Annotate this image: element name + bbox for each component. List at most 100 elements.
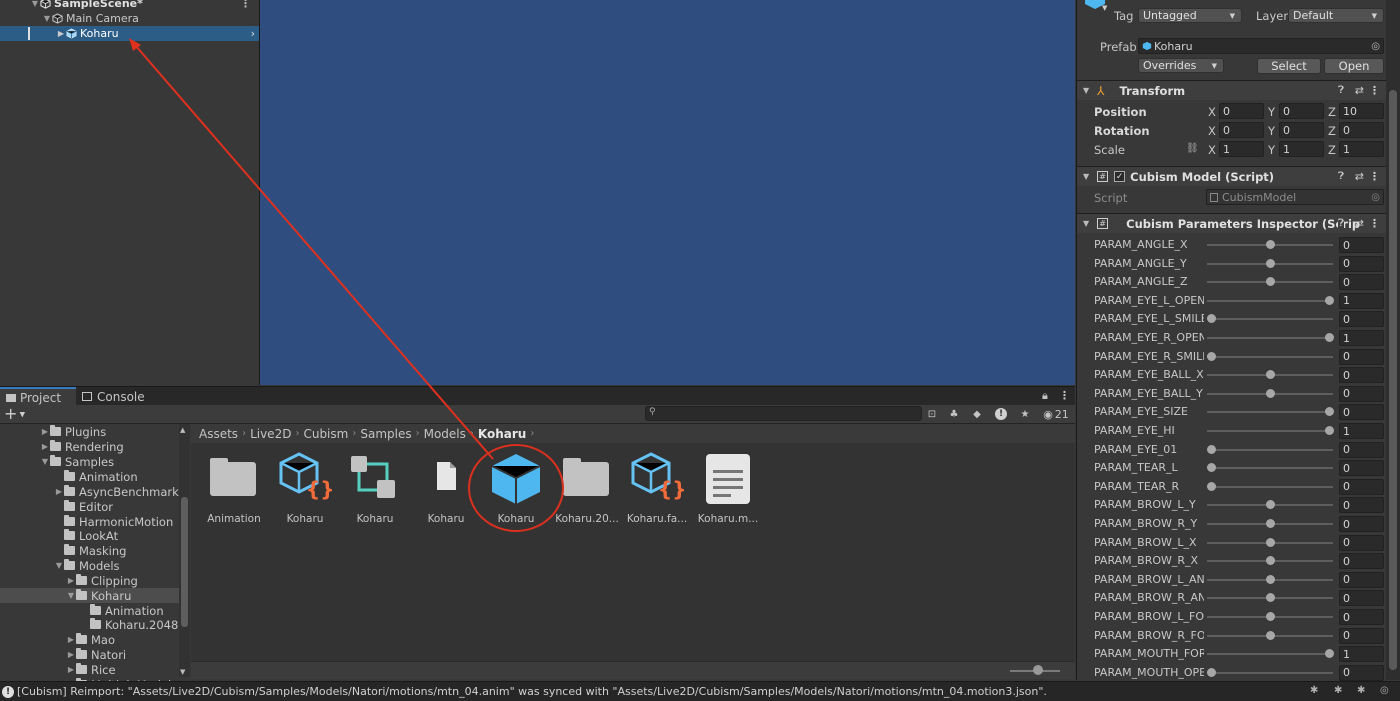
parameter-slider-knob[interactable] [1325, 295, 1334, 305]
expand-arrow-icon[interactable]: ▶ [56, 29, 66, 38]
parameter-slider-knob[interactable] [1207, 444, 1216, 454]
parameter-value-field[interactable]: 0 [1339, 516, 1384, 532]
scale-x-field[interactable]: 1 [1219, 141, 1264, 157]
asset-item[interactable]: {} Koharu [272, 450, 338, 530]
parameter-slider[interactable] [1207, 467, 1333, 470]
parameter-value-field[interactable]: 0 [1339, 460, 1384, 477]
parameter-slider[interactable] [1207, 411, 1333, 414]
rotation-y-field[interactable]: 0 [1279, 122, 1324, 138]
search-by-type-icon[interactable]: ⊡ [921, 405, 943, 423]
tree-item[interactable]: Masking [0, 543, 180, 558]
parameter-slider-knob[interactable] [1266, 593, 1275, 603]
parameter-value-field[interactable]: 0 [1339, 497, 1384, 514]
tree-item[interactable]: ▶ Rendering [0, 439, 180, 454]
parameter-slider[interactable] [1207, 671, 1333, 674]
add-asset-button[interactable]: + ▼ [4, 404, 25, 423]
axis-x-label[interactable]: X [1208, 105, 1216, 119]
axis-z-label[interactable]: Z [1328, 105, 1336, 119]
filter-by-label-icon[interactable]: ◆ [966, 405, 988, 423]
tree-item[interactable]: Animation [0, 603, 180, 618]
warning-filter-icon[interactable]: ! [990, 405, 1012, 423]
hierarchy-item-main-camera[interactable]: ▼ Main Camera [0, 11, 259, 26]
parameter-value-field[interactable]: 0 [1339, 571, 1384, 588]
scale-z-field[interactable]: 1 [1339, 141, 1384, 157]
parameter-value-field[interactable]: 0 [1339, 255, 1384, 272]
parameter-slider[interactable] [1207, 299, 1333, 302]
parameter-slider[interactable] [1207, 337, 1333, 339]
breadcrumb-item[interactable]: Live2D [250, 427, 291, 441]
help-icon[interactable]: ❓︎ [1337, 218, 1344, 229]
parameter-value-field[interactable]: 0 [1339, 627, 1384, 644]
overrides-dropdown[interactable]: Overrides ▼ [1138, 58, 1224, 73]
favorite-star-icon[interactable]: ★ [1014, 405, 1036, 423]
parameter-slider[interactable] [1207, 355, 1333, 358]
parameter-slider-knob[interactable] [1266, 612, 1275, 621]
asset-item[interactable]: Koharu.m... [695, 450, 761, 530]
expand-arrow-icon[interactable]: ▶ [66, 576, 76, 585]
tree-item[interactable]: ▶ Clipping [0, 573, 180, 588]
axis-z-label[interactable]: Z [1328, 143, 1336, 157]
expand-arrow-icon[interactable]: ▶ [40, 442, 50, 451]
select-button[interactable]: Select [1257, 58, 1321, 74]
parameter-value-field[interactable]: 1 [1339, 292, 1384, 309]
parameter-slider-knob[interactable] [1207, 351, 1216, 361]
parameter-slider-knob[interactable] [1266, 500, 1275, 510]
tree-item[interactable]: HarmonicMotion [0, 514, 180, 529]
parameter-value-field[interactable]: 0 [1339, 590, 1384, 607]
parameter-slider-knob[interactable] [1266, 388, 1275, 398]
collapse-arrow-icon[interactable]: ▼ [40, 457, 50, 466]
tree-item[interactable]: Animation [0, 469, 180, 484]
parameter-slider-knob[interactable] [1266, 258, 1275, 268]
help-icon[interactable]: ❓︎ [1338, 171, 1344, 182]
parameter-value-field[interactable]: 0 [1339, 609, 1384, 625]
parameter-value-field[interactable]: 0 [1339, 404, 1384, 421]
breadcrumb-item[interactable]: Cubism [303, 427, 348, 441]
breadcrumb-item[interactable]: Samples [360, 427, 411, 441]
parameter-value-field[interactable]: 1 [1339, 646, 1384, 663]
transform-header[interactable]: ▼ ⅄ Transform ❓︎ ⇄ ⋮ [1077, 80, 1386, 100]
more-options-icon[interactable]: ⋮ [1369, 84, 1380, 97]
parameter-slider-knob[interactable] [1325, 333, 1334, 342]
position-z-field[interactable]: 10 [1339, 103, 1384, 119]
constrain-proportions-icon[interactable]: ⛓ [1186, 143, 1199, 154]
asset-item[interactable]: Koharu [483, 450, 549, 530]
cubism-model-header[interactable]: ▼ # ✓ Cubism Model (Script) ❓︎ ⇄ ⋮ [1077, 166, 1386, 186]
axis-x-label[interactable]: X [1208, 124, 1216, 138]
icon-size-slider-knob[interactable] [1033, 665, 1043, 675]
tree-item[interactable]: ▼ Models [0, 558, 180, 573]
debug-icon[interactable]: ✱ [1310, 685, 1318, 696]
hierarchy-item-scene[interactable]: ▼ SampleScene* ⋮ [0, 0, 259, 11]
tree-item[interactable]: ▼ Koharu [0, 588, 180, 603]
collapse-arrow-icon[interactable]: ▼ [66, 591, 76, 600]
filter-by-type-icon[interactable]: ♣ [943, 405, 965, 423]
parameter-slider-knob[interactable] [1266, 574, 1275, 584]
object-picker-icon[interactable]: ◎ [1371, 41, 1380, 52]
parameter-slider[interactable] [1207, 430, 1333, 432]
parameter-slider-knob[interactable] [1266, 630, 1275, 640]
tag-dropdown[interactable]: Untagged ▼ [1138, 8, 1242, 23]
position-x-field[interactable]: 0 [1219, 103, 1264, 119]
parameter-value-field[interactable]: 1 [1339, 423, 1384, 439]
parameter-value-field[interactable]: 0 [1339, 367, 1384, 384]
breadcrumb-item[interactable]: Koharu [478, 427, 526, 441]
asset-item[interactable]: Koharu [413, 450, 479, 530]
asset-item[interactable]: Koharu.20... [554, 450, 620, 530]
parameter-slider-knob[interactable] [1266, 240, 1275, 249]
collapse-arrow-icon[interactable]: ▼ [42, 14, 52, 23]
tree-item[interactable]: ▶ Natori [0, 647, 180, 662]
tree-item[interactable]: ▶ Rice [0, 662, 180, 677]
status-bar[interactable]: ! [Cubism] Reimport: "Assets/Live2D/Cubi… [0, 681, 1400, 701]
parameter-value-field[interactable]: 0 [1339, 553, 1384, 570]
breadcrumb-item[interactable]: Assets [199, 427, 238, 441]
tree-item[interactable]: Koharu.2048 [0, 617, 180, 632]
hidden-packages-toggle[interactable]: ◉ 21 [1040, 405, 1072, 423]
tree-item[interactable]: ▼ Samples [0, 454, 180, 469]
collapse-arrow-icon[interactable]: ▼ [54, 561, 64, 570]
parameter-slider[interactable] [1207, 653, 1333, 656]
status-message[interactable]: [Cubism] Reimport: "Assets/Live2D/Cubism… [17, 685, 1047, 698]
project-search-input[interactable]: ⚲ [645, 406, 922, 421]
parameter-value-field[interactable]: 0 [1339, 311, 1384, 328]
expand-arrow-icon[interactable]: ▶ [66, 650, 76, 659]
presets-icon[interactable]: ⇄ [1355, 170, 1364, 183]
more-options-icon[interactable]: ⋮ [1369, 170, 1380, 183]
